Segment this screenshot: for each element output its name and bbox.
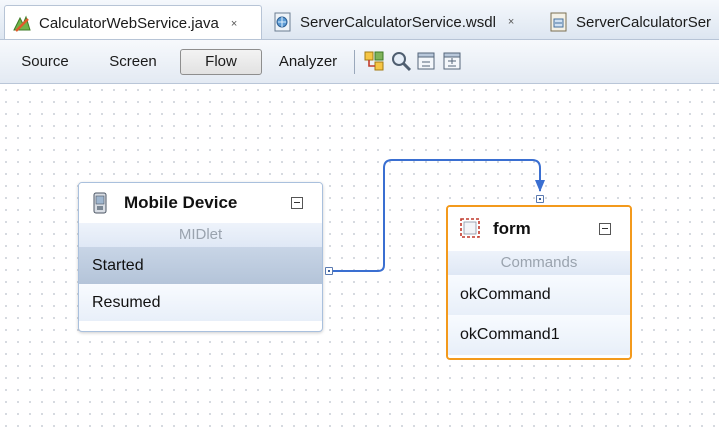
tab-calculator-web-service[interactable]: CalculatorWebService.java × — [4, 5, 262, 39]
collapse-node-icon[interactable] — [599, 223, 611, 235]
expand-all-icon[interactable] — [442, 50, 464, 72]
close-tab-icon[interactable]: × — [231, 18, 238, 30]
tab-server-calculator-service[interactable]: ServerCalculatorSer — [542, 4, 712, 39]
tab-server-calculator-wsdl[interactable]: ServerCalculatorService.wsdl × — [266, 4, 515, 39]
connector-arrowhead — [535, 180, 545, 192]
wsdl-file-icon — [274, 12, 291, 32]
node-header: Mobile Device — [79, 183, 322, 223]
started-output-port[interactable] — [325, 267, 333, 275]
close-tab-icon[interactable]: × — [508, 16, 515, 28]
collapse-all-icon[interactable] — [416, 50, 438, 72]
form-input-port[interactable] — [536, 195, 544, 203]
node-header: form — [448, 207, 630, 251]
node-item-okcommand1[interactable]: okCommand1 — [448, 315, 630, 355]
node-title: Mobile Device — [124, 193, 238, 212]
layout-icon[interactable] — [363, 50, 385, 72]
node-subtitle: Commands — [448, 251, 630, 275]
mobile-phone-icon — [93, 192, 107, 214]
analyzer-button[interactable]: Analyzer — [268, 49, 348, 75]
form-node[interactable]: form Commands okCommand okCommand1 — [446, 205, 632, 360]
flow-button[interactable]: Flow — [180, 49, 262, 75]
tab-label: CalculatorWebService.java — [39, 15, 219, 32]
screen-button[interactable]: Screen — [95, 49, 171, 75]
node-title: form — [493, 219, 531, 238]
toolbar-divider — [354, 50, 355, 74]
flow-design-canvas[interactable]: Mobile Device MIDlet Started Resumed for… — [0, 84, 719, 429]
node-item-started[interactable]: Started — [79, 247, 322, 284]
java-bean-icon — [13, 15, 31, 32]
editor-tab-bar: CalculatorWebService.java × ServerCalcul… — [0, 0, 719, 40]
node-item-okcommand[interactable]: okCommand — [448, 275, 630, 315]
zoom-icon[interactable] — [390, 50, 412, 72]
mobile-device-node[interactable]: Mobile Device MIDlet Started Resumed — [78, 182, 323, 332]
source-button[interactable]: Source — [10, 49, 80, 75]
node-subtitle: MIDlet — [79, 223, 322, 247]
tab-label: ServerCalculatorSer — [576, 13, 712, 31]
form-screen-icon — [460, 218, 480, 238]
tab-label: ServerCalculatorService.wsdl — [300, 13, 496, 31]
collapse-node-icon[interactable] — [291, 197, 303, 209]
designer-toolbar: Source Screen Flow Analyzer — [0, 40, 719, 84]
wsdl-file-icon — [550, 12, 567, 32]
node-item-resumed[interactable]: Resumed — [79, 284, 322, 321]
